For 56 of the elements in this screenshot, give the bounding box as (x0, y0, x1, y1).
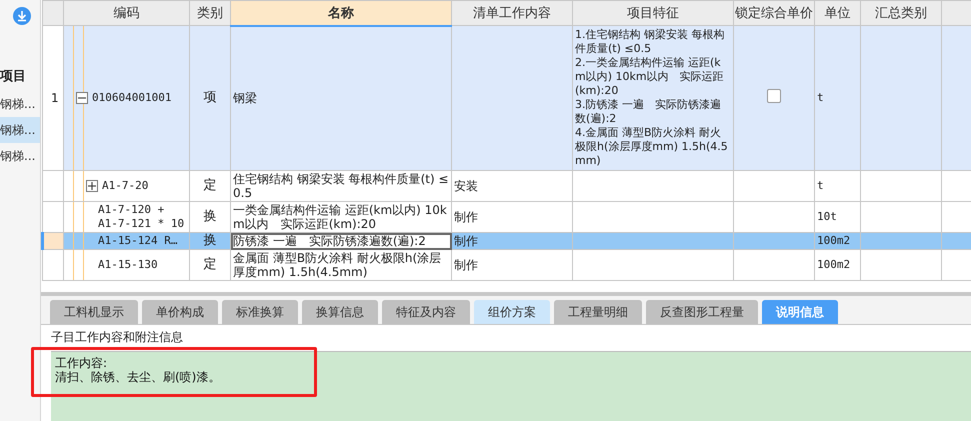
table-cell (942, 232, 971, 250)
work-content-cell: 制作 (452, 250, 572, 280)
code-text: 010604001001 (92, 91, 172, 105)
download-icon[interactable] (13, 7, 31, 25)
unit-cell: 100m2 (814, 250, 860, 280)
tab[interactable]: 组价方案 (474, 300, 550, 324)
tab[interactable]: 特征及内容 (382, 300, 470, 324)
work-content-cell: 安装 (452, 170, 572, 202)
code-text: A1-7-20 (102, 179, 148, 193)
unit-cell: t (814, 170, 860, 202)
table-cell (942, 202, 971, 232)
column-header[interactable]: 锁定综合单价 (734, 0, 814, 26)
sidebar-item[interactable]: 钢梯... (0, 91, 40, 117)
unit-cell: t (814, 26, 860, 170)
tab[interactable]: 反查图形工程量 (646, 300, 758, 324)
name-cell[interactable]: 防锈漆 一遍 实际防锈漆遍数(遍):2 (230, 232, 452, 250)
name-cell[interactable]: 住宅钢结构 钢梁安装 每根构件质量(t) ≤0.5 (230, 170, 452, 202)
unit-cell: 100m2 (814, 232, 860, 250)
code-text: A1-15-130 (98, 258, 158, 272)
work-content-cell: 制作 (452, 202, 572, 232)
lock-checkbox[interactable] (767, 89, 781, 103)
code-text: A1-15-124 R… (98, 234, 178, 248)
column-header[interactable]: 单位 (814, 0, 860, 26)
type-cell: 定 (190, 250, 230, 280)
tab[interactable]: 工料机显示 (50, 300, 138, 324)
table-cell (942, 170, 971, 202)
expand-icon[interactable] (86, 180, 98, 192)
unit-cell: 10t (814, 202, 860, 232)
column-header[interactable]: 汇总类别 (860, 0, 942, 26)
note-text: 工作内容: 清扫、除锈、去尘、刷(喷)漆。 (55, 356, 220, 384)
sidebar-item[interactable]: 钢梯... (0, 143, 40, 169)
tab[interactable]: 标准换算 (222, 300, 298, 324)
section-label: 子目工作内容和附注信息 (51, 329, 184, 346)
row-number-cell: 1 (42, 26, 64, 170)
column-header[interactable]: 名称 (230, 0, 452, 26)
notes-area[interactable]: 工作内容: 清扫、除锈、去尘、刷(喷)漆。 (51, 351, 971, 421)
tab[interactable]: 单价构成 (142, 300, 218, 324)
column-header[interactable]: 类别 (190, 0, 230, 26)
type-cell: 换 (190, 232, 230, 250)
type-cell: 换 (190, 202, 230, 232)
type-cell: 定 (190, 170, 230, 202)
feature-cell: 1.住宅钢结构 钢梁安装 每根构件质量(t) ≤0.5 2.一类金属结构件运输 运距(km以内) 10km以内 实际运距(km):20 3.防锈漆 一遍 实际防锈漆遍数(遍):2 4.金属面 薄型B防火涂料 耐火极限h(涂层厚度mm) 1.5h(4.5mm) (572, 26, 734, 170)
code-text: A1-7-120 + A1-7-121 * 10 (98, 203, 184, 231)
sidebar-item[interactable]: 钢梯... (0, 117, 40, 143)
collapse-icon[interactable] (76, 92, 88, 104)
tab[interactable]: 工程量明细 (554, 300, 642, 324)
sidebar-header: 项目 (0, 68, 27, 85)
name-cell[interactable]: 一类金属结构件运输 运距(km以内) 10km以内 实际运距(km):20 (230, 202, 452, 232)
name-cell[interactable]: 金属面 薄型B防火涂料 耐火极限h(涂层厚度mm) 1.5h(4.5mm) (230, 250, 452, 280)
column-header[interactable]: 项目特征 (572, 0, 734, 26)
column-header[interactable]: 清单工作内容 (452, 0, 572, 26)
type-cell: 项 (190, 26, 230, 170)
column-header[interactable]: 编码 (64, 0, 190, 26)
tab[interactable]: 换算信息 (302, 300, 378, 324)
work-content-cell: 制作 (452, 232, 572, 250)
name-cell[interactable]: 钢梁 (230, 26, 452, 170)
